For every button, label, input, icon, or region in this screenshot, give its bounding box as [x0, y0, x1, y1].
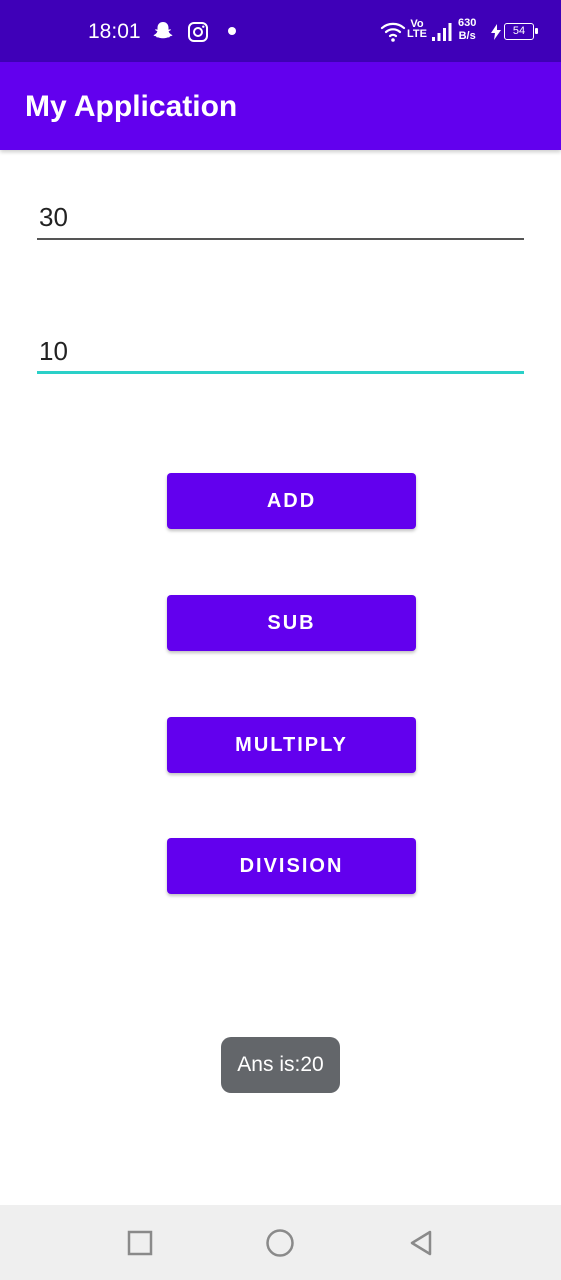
charging-icon [491, 24, 501, 40]
net-speed-value: 630 [458, 17, 477, 29]
result-toast: Ans is:20 [221, 1037, 340, 1093]
multiply-button[interactable]: MULTIPLY [167, 717, 416, 773]
back-triangle-icon [410, 1230, 432, 1256]
add-button[interactable]: ADD [167, 473, 416, 529]
division-button[interactable]: DIVISION [167, 838, 416, 894]
battery-icon: 54 [504, 23, 538, 40]
status-bar: 18:01 Vo LTE 630 B/s 54 [0, 0, 561, 62]
volte-bottom-label: LTE [407, 28, 427, 40]
home-button[interactable] [262, 1225, 298, 1261]
back-button[interactable] [403, 1225, 439, 1261]
second-number-underline [37, 371, 524, 374]
instagram-icon [188, 22, 208, 42]
second-number-input[interactable] [37, 329, 524, 373]
wifi-icon [380, 22, 406, 42]
signal-icon [432, 23, 452, 41]
first-number-underline [37, 238, 524, 240]
home-circle-icon [266, 1229, 294, 1257]
net-speed-unit: B/s [458, 30, 476, 42]
navigation-bar [0, 1205, 561, 1280]
recents-button[interactable] [122, 1225, 158, 1261]
net-speed: 630 B/s [458, 17, 476, 43]
status-time: 18:01 [88, 20, 141, 43]
snapchat-icon [153, 22, 173, 39]
app-title: My Application [25, 90, 238, 123]
app-bar: My Application [0, 62, 561, 150]
sub-button[interactable]: SUB [167, 595, 416, 651]
recents-square-icon [127, 1230, 153, 1256]
first-number-input[interactable] [37, 195, 524, 239]
notification-dot [228, 27, 236, 35]
volte-icon: Vo LTE [407, 19, 427, 40]
